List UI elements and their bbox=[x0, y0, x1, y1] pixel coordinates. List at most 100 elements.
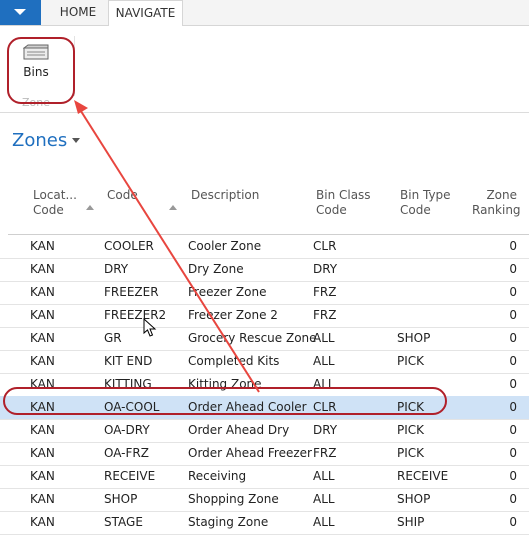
ribbon-separator bbox=[74, 36, 75, 96]
sort-ascending-icon[interactable] bbox=[169, 205, 177, 210]
table-row[interactable]: KAN COOLER Cooler Zone CLR 0 bbox=[0, 235, 529, 259]
table-cell: ALL bbox=[313, 377, 335, 391]
mouse-cursor-icon bbox=[143, 318, 157, 337]
tab-bar: HOME NAVIGATE bbox=[0, 0, 529, 27]
page-title[interactable]: Zones bbox=[12, 130, 67, 151]
table-cell: PICK bbox=[397, 423, 425, 437]
header-line: Bin Class bbox=[316, 188, 371, 202]
title-dropdown-icon[interactable] bbox=[72, 138, 80, 143]
table-cell[interactable]: GR bbox=[104, 331, 122, 345]
table-cell: 0 bbox=[509, 446, 517, 460]
table-row[interactable]: KAN KITTING Kitting Zone ALL 0 bbox=[0, 373, 529, 397]
table-cell: Staging Zone bbox=[188, 515, 269, 529]
table-cell: KAN bbox=[30, 515, 55, 529]
table-cell[interactable]: KITTING bbox=[104, 377, 152, 391]
tab-navigate[interactable]: NAVIGATE bbox=[108, 0, 183, 27]
column-header-location-code[interactable]: Locat... Code bbox=[33, 188, 77, 218]
table-row[interactable]: KAN SHOP Shopping Zone ALL SHOP 0 bbox=[0, 488, 529, 512]
table-cell: SHOP bbox=[397, 492, 431, 506]
table-row[interactable]: KAN OA-DRY Order Ahead Dry DRY PICK 0 bbox=[0, 419, 529, 443]
table-cell[interactable]: RECEIVE bbox=[104, 469, 155, 483]
table-row[interactable]: KAN OA-COOL Order Ahead Cooler CLR PICK 0 bbox=[0, 396, 529, 420]
header-line: Bin Type bbox=[400, 188, 451, 202]
table-cell: ALL bbox=[313, 331, 335, 345]
table-cell: ALL bbox=[313, 492, 335, 506]
bins-label: Bins bbox=[23, 65, 49, 79]
table-cell: 0 bbox=[509, 354, 517, 368]
sort-ascending-icon[interactable] bbox=[86, 205, 94, 210]
column-header-code[interactable]: Code bbox=[107, 188, 138, 203]
column-header-bin-type-code[interactable]: Bin Type Code bbox=[400, 188, 451, 218]
table-cell: CLR bbox=[313, 400, 337, 414]
table-row[interactable]: KAN RECEIVE Receiving ALL RECEIVE 0 bbox=[0, 465, 529, 489]
table-row[interactable]: KAN KIT END Completed Kits ALL PICK 0 bbox=[0, 350, 529, 374]
table-row[interactable]: KAN FREEZER Freezer Zone FRZ 0 bbox=[0, 281, 529, 305]
table-cell: 0 bbox=[509, 239, 517, 253]
table-cell: 0 bbox=[509, 308, 517, 322]
table-cell: KAN bbox=[30, 400, 55, 414]
table-cell: KAN bbox=[30, 446, 55, 460]
table-cell: KAN bbox=[30, 469, 55, 483]
table-cell: FRZ bbox=[313, 285, 337, 299]
table-cell: KAN bbox=[30, 308, 55, 322]
table-cell: Cooler Zone bbox=[188, 239, 262, 253]
table-cell: KAN bbox=[30, 377, 55, 391]
column-header-description[interactable]: Description bbox=[191, 188, 259, 203]
table-cell[interactable]: OA-COOL bbox=[104, 400, 159, 414]
table-cell: CLR bbox=[313, 239, 337, 253]
application-menu-button[interactable] bbox=[0, 0, 41, 25]
header-line: Description bbox=[191, 188, 260, 202]
table-cell: RECEIVE bbox=[397, 469, 449, 483]
table-row[interactable]: KAN FREEZER2 Freezer Zone 2 FRZ 0 bbox=[0, 304, 529, 328]
header-line: Zone bbox=[486, 188, 517, 202]
table-cell: Shopping Zone bbox=[188, 492, 279, 506]
table-cell[interactable]: COOLER bbox=[104, 239, 154, 253]
table-cell: 0 bbox=[509, 515, 517, 529]
table-cell: 0 bbox=[509, 423, 517, 437]
table-cell: KAN bbox=[30, 285, 55, 299]
table-row[interactable]: KAN DRY Dry Zone DRY 0 bbox=[0, 258, 529, 282]
table-cell: PICK bbox=[397, 400, 425, 414]
table-cell[interactable]: SHOP bbox=[104, 492, 137, 506]
table-cell[interactable]: KIT END bbox=[104, 354, 152, 368]
table-cell: Order Ahead Cooler bbox=[188, 400, 307, 414]
table-cell[interactable]: OA-FRZ bbox=[104, 446, 149, 460]
table-cell: Freezer Zone 2 bbox=[188, 308, 278, 322]
column-header-zone-ranking[interactable]: Zone Ranking bbox=[472, 188, 521, 218]
ribbon: Bins Zone bbox=[0, 26, 529, 113]
table-cell[interactable]: DRY bbox=[104, 262, 128, 276]
table-cell[interactable]: STAGE bbox=[104, 515, 143, 529]
table-cell: SHIP bbox=[397, 515, 425, 529]
table-row[interactable]: KAN STAGE Staging Zone ALL SHIP 0 bbox=[0, 511, 529, 535]
table-cell: Receiving bbox=[188, 469, 247, 483]
table-cell: Order Ahead Freezer bbox=[188, 446, 312, 460]
table-cell: 0 bbox=[509, 492, 517, 506]
table-cell: FRZ bbox=[313, 308, 337, 322]
table-row[interactable]: KAN GR Grocery Rescue Zone ALL SHOP 0 bbox=[0, 327, 529, 351]
table-cell: DRY bbox=[313, 423, 338, 437]
table-cell: KAN bbox=[30, 331, 55, 345]
column-header-bin-class-code[interactable]: Bin Class Code bbox=[316, 188, 371, 218]
header-line: Locat... bbox=[33, 188, 77, 202]
table-cell: Order Ahead Dry bbox=[188, 423, 290, 437]
table-cell: KAN bbox=[30, 239, 55, 253]
tab-home[interactable]: HOME bbox=[44, 0, 112, 25]
header-line: Code bbox=[33, 203, 64, 217]
table-cell: 0 bbox=[509, 331, 517, 345]
table-cell: Dry Zone bbox=[188, 262, 244, 276]
table-cell: DRY bbox=[313, 262, 338, 276]
table-cell: Completed Kits bbox=[188, 354, 280, 368]
table-cell: ALL bbox=[313, 469, 335, 483]
table-cell[interactable]: OA-DRY bbox=[104, 423, 150, 437]
table-cell: KAN bbox=[30, 423, 55, 437]
table-cell: KAN bbox=[30, 262, 55, 276]
header-line: Code bbox=[107, 188, 138, 202]
table-cell: 0 bbox=[509, 400, 517, 414]
table-cell: Freezer Zone bbox=[188, 285, 267, 299]
bins-button[interactable]: Bins bbox=[11, 39, 61, 97]
table-cell[interactable]: FREEZER bbox=[104, 285, 159, 299]
header-line: Code bbox=[400, 203, 431, 217]
table-row[interactable]: KAN OA-FRZ Order Ahead Freezer FRZ PICK 0 bbox=[0, 442, 529, 466]
table-cell: 0 bbox=[509, 377, 517, 391]
table-cell: ALL bbox=[313, 354, 335, 368]
